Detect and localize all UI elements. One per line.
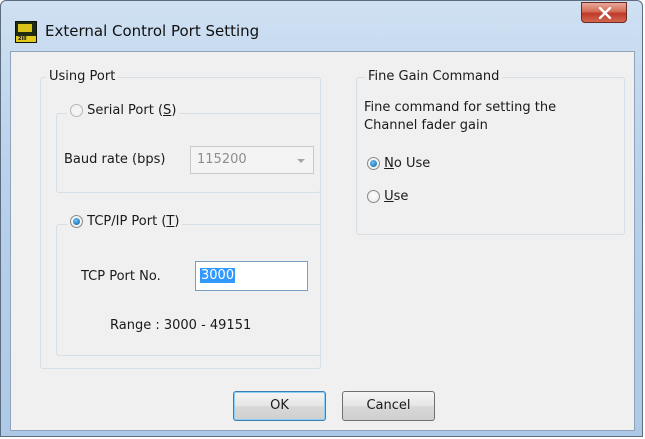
baud-rate-label: Baud rate (bps) <box>64 152 166 167</box>
close-button[interactable] <box>581 2 627 23</box>
no-use-radio-button[interactable] <box>367 157 380 170</box>
ok-button[interactable]: OK <box>233 391 326 421</box>
serial-port-group: Serial Port (S) Baud rate (bps) 115200 <box>56 103 321 193</box>
port-range-text: Range : 3000 - 49151 <box>110 318 252 333</box>
tcp-ip-port-radio-button[interactable] <box>70 215 83 228</box>
fine-gain-group: Fine Gain Command Fine command for setti… <box>356 69 625 235</box>
tcp-ip-port-group: TCP/IP Port (T) TCP Port No. 3000 Range … <box>56 214 321 356</box>
close-icon <box>598 7 612 19</box>
serial-port-radio[interactable]: Serial Port (S) <box>67 103 180 118</box>
cancel-button[interactable]: Cancel <box>342 391 435 421</box>
baud-rate-select[interactable]: 115200 <box>190 146 314 174</box>
use-radio-button[interactable] <box>367 190 380 203</box>
app-logo-icon: 2ill <box>15 21 37 43</box>
fine-gain-legend: Fine Gain Command <box>365 69 503 84</box>
fine-gain-description-line1: Fine command for setting the <box>364 100 557 115</box>
tcp-port-label: TCP Port No. <box>81 269 161 284</box>
dialog-window: 2ill External Control Port Setting Using… <box>0 0 643 437</box>
tcp-port-input[interactable]: 3000 <box>195 261 308 291</box>
dialog-body: Using Port Serial Port (S) Baud rate (bp… <box>10 51 635 431</box>
window-title: External Control Port Setting <box>45 22 260 40</box>
fine-gain-description-line2: Channel fader gain <box>364 118 488 133</box>
no-use-option[interactable]: No Use <box>367 156 430 171</box>
tcp-ip-port-radio[interactable]: TCP/IP Port (T) <box>67 214 183 229</box>
tcp-port-value: 3000 <box>200 268 236 283</box>
title-bar[interactable]: 2ill External Control Port Setting <box>1 1 642 51</box>
baud-rate-value: 115200 <box>197 152 247 167</box>
use-option[interactable]: Use <box>367 189 408 204</box>
using-port-group: Using Port Serial Port (S) Baud rate (bp… <box>40 69 321 369</box>
serial-port-radio-button[interactable] <box>70 104 83 117</box>
chevron-down-icon <box>297 159 305 163</box>
using-port-legend: Using Port <box>46 69 119 84</box>
